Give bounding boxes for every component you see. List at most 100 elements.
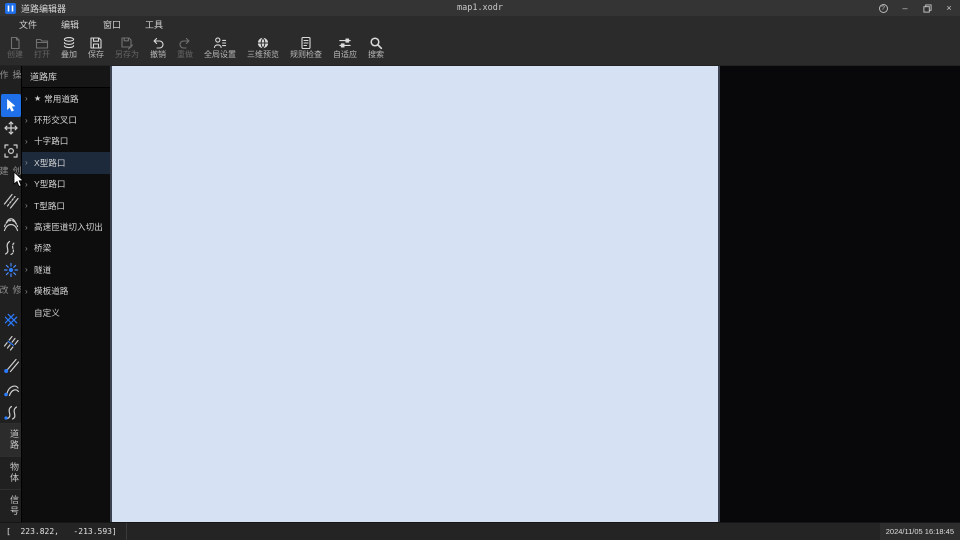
menubar: 文件 编辑 窗口 工具 [0, 16, 960, 33]
split-road-tool[interactable] [1, 332, 21, 355]
undo-button[interactable]: 撤销 [145, 35, 171, 62]
region-select-icon [3, 144, 18, 158]
app-title: 道路编辑器 [21, 3, 67, 14]
chevron-right-icon[interactable]: › [25, 94, 31, 103]
library-item-x-junction[interactable]: › X型路口 [22, 152, 110, 174]
library-item-y-junction[interactable]: › Y型路口 [22, 174, 110, 195]
junction-tool[interactable] [1, 309, 21, 332]
section-label-modify: 修改 [0, 285, 22, 297]
chevron-right-icon[interactable]: › [25, 137, 31, 146]
library-item-common-roads[interactable]: › ★ 常用道路 [22, 88, 110, 109]
road-library-panel: 道路库 › ★ 常用道路 › 环形交叉口 › 十字路口 › X型路口 › Y型路… [22, 66, 110, 522]
library-item-custom[interactable]: 自定义 [22, 302, 110, 323]
library-item-bridge[interactable]: › 桥梁 [22, 238, 110, 259]
chevron-right-icon[interactable]: › [25, 287, 31, 296]
library-item-crossroads[interactable]: › 十字路口 [22, 131, 110, 152]
three-d-preview-icon [256, 35, 270, 50]
library-item-tunnel[interactable]: › 隧道 [22, 259, 110, 280]
app-logo-icon [5, 2, 16, 14]
roundabout-tool[interactable] [1, 258, 21, 281]
menu-file[interactable]: 文件 [14, 18, 42, 31]
right-empty-area [720, 66, 960, 522]
main-area: 操作 创建 修改 道路 物体 信号 道路库 › ★ 常用道路 › 环形交叉口 ›… [0, 66, 960, 522]
tab-road[interactable]: 道路 [0, 423, 21, 456]
close-button[interactable]: × [938, 0, 960, 16]
overlay-button[interactable]: 叠加 [56, 35, 82, 62]
section-label-create: 创建 [0, 166, 22, 178]
open-button[interactable]: 打开 [29, 35, 55, 62]
undo-icon [151, 35, 165, 50]
statusbar: [ 223.822, -213.593] 2024/11/05 16:18:45 [0, 522, 960, 540]
arc-road-icon [3, 218, 18, 232]
move-arrows-icon [3, 121, 18, 135]
save-button[interactable]: 保存 [83, 35, 109, 62]
restore-icon [922, 3, 932, 13]
open-folder-icon [35, 35, 49, 50]
app-window: 道路编辑器 map1.xodr ? – × 文件 编辑 窗口 工具 创建 打开 [0, 0, 960, 540]
library-item-roundabout[interactable]: › 环形交叉口 [22, 109, 110, 130]
statusbar-spacer [127, 523, 880, 540]
arc-road-tool[interactable] [1, 213, 21, 236]
save-as-icon [120, 35, 134, 50]
map-canvas[interactable] [110, 66, 720, 522]
chevron-right-icon[interactable]: › [25, 158, 31, 167]
s-curve-edit-icon [3, 405, 17, 420]
library-item-t-junction[interactable]: › T型路口 [22, 195, 110, 216]
select-tool[interactable] [0, 93, 21, 117]
coordinates-readout: [ 223.822, -213.593] [0, 523, 127, 540]
auto-fit-icon [338, 35, 352, 50]
section-label-operations: 操作 [0, 70, 22, 81]
chevron-right-icon[interactable]: › [25, 201, 31, 210]
chevron-right-icon[interactable]: › [25, 223, 31, 232]
save-icon [89, 35, 103, 50]
tab-signals[interactable]: 信号 [0, 489, 21, 522]
search-icon [369, 35, 383, 50]
chevron-right-icon[interactable]: › [25, 116, 31, 125]
tool-strip: 操作 创建 修改 道路 物体 信号 [0, 66, 22, 522]
roundabout-icon [3, 262, 18, 277]
titlebar: 道路编辑器 map1.xodr ? – × [0, 0, 960, 16]
star-icon: ★ [34, 94, 42, 104]
preview-3d-button[interactable]: 三维预览 [242, 35, 284, 62]
chevron-right-icon[interactable]: › [25, 265, 31, 274]
library-item-template-roads[interactable]: › 模板道路 [22, 281, 110, 302]
global-settings-button[interactable]: 全局设置 [199, 35, 241, 62]
maximize-button[interactable] [916, 0, 938, 16]
arc-edit-icon [3, 385, 19, 397]
chevron-right-icon[interactable]: › [25, 244, 31, 253]
library-item-highway-ramp[interactable]: › 高速匝道切入切出 [22, 216, 110, 237]
straight-road-icon [3, 194, 19, 210]
new-button[interactable]: 创建 [2, 35, 28, 62]
menu-edit[interactable]: 编辑 [56, 18, 84, 31]
clock-readout: 2024/11/05 16:18:45 [879, 523, 960, 540]
rule-check-icon [299, 35, 313, 50]
search-button[interactable]: 搜索 [363, 35, 389, 62]
overlay-stack-icon [62, 35, 76, 50]
menu-window[interactable]: 窗口 [98, 18, 126, 31]
help-button[interactable]: ? [872, 0, 894, 16]
library-title: 道路库 [22, 66, 110, 88]
save-as-button[interactable]: 另存为 [110, 35, 144, 62]
global-settings-icon [213, 35, 227, 50]
main-toolbar: 创建 打开 叠加 保存 另存为 撤销 重做 全局设置 三维预览 规则检查 自适应… [0, 33, 960, 66]
chevron-right-icon[interactable]: › [25, 180, 31, 189]
s-curve-road-tool[interactable] [1, 236, 21, 259]
arc-edit-tool[interactable] [1, 377, 21, 400]
s-curve-road-icon [4, 240, 16, 256]
auto-fit-button[interactable]: 自适应 [328, 35, 362, 62]
side-tab-bar: 道路 物体 信号 [0, 423, 21, 522]
s-curve-edit-tool[interactable] [1, 400, 21, 423]
document-title: map1.xodr [456, 3, 504, 13]
straight-road-tool[interactable] [1, 190, 21, 213]
tab-objects[interactable]: 物体 [0, 456, 21, 489]
extend-road-icon [3, 358, 19, 374]
extend-road-tool[interactable] [1, 355, 21, 378]
move-tool[interactable] [1, 117, 21, 140]
minimize-button[interactable]: – [894, 0, 916, 16]
region-select-tool[interactable] [1, 139, 21, 162]
menu-tools[interactable]: 工具 [140, 18, 168, 31]
rule-check-button[interactable]: 规则检查 [285, 35, 327, 62]
new-file-icon [8, 35, 22, 50]
redo-icon [178, 35, 192, 50]
redo-button[interactable]: 重做 [172, 35, 198, 62]
